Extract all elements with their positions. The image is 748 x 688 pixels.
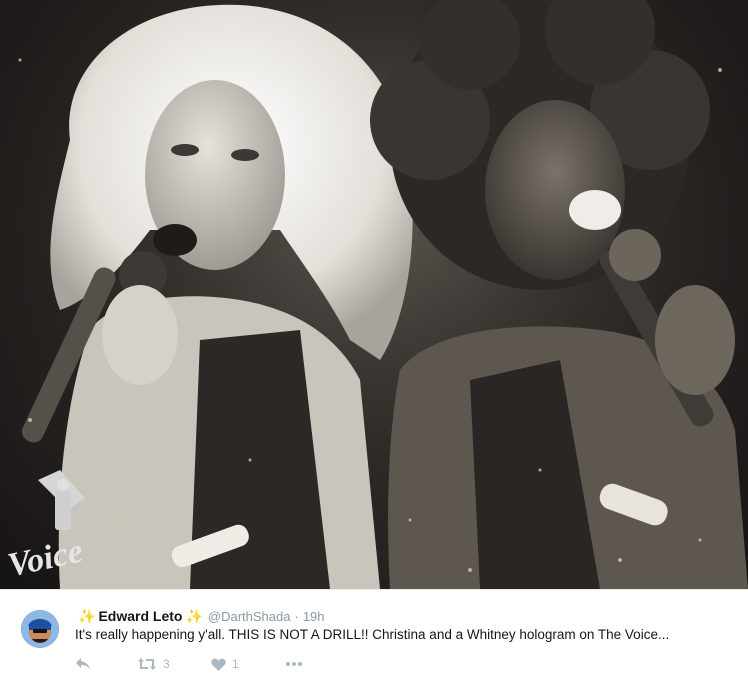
more-dots-icon [286,662,302,666]
author-name[interactable]: Edward Leto [98,608,182,624]
retweet-button[interactable]: 3 [137,657,211,671]
tweet-timestamp[interactable]: 19h [303,609,325,624]
heart-icon [211,658,226,671]
like-button[interactable]: 1 [211,657,285,671]
tweet-actions: 3 1 [75,654,303,674]
user-avatar-icon [21,610,59,648]
avatar[interactable] [21,610,59,648]
tweet-header: ✨ Edward Leto ✨ @DarthShada · 19h [75,607,325,625]
like-count: 1 [232,657,239,671]
tweet-media-image[interactable]: Voice [0,0,748,589]
reply-button[interactable] [75,657,137,671]
sparkle-icon: ✨ [185,607,203,624]
separator: · [294,608,299,624]
sparkle-icon: ✨ [78,607,96,624]
more-button[interactable] [285,661,303,667]
tweet-text: It's really happening y'all. THIS IS NOT… [75,627,670,642]
concert-photo: Voice [0,0,748,589]
reply-icon [76,658,90,670]
retweet-icon [138,658,156,670]
author-handle[interactable]: @DarthShada [208,609,291,624]
tweet-card: ✨ Edward Leto ✨ @DarthShada · 19h It's r… [0,589,748,688]
retweet-count: 3 [163,657,170,671]
